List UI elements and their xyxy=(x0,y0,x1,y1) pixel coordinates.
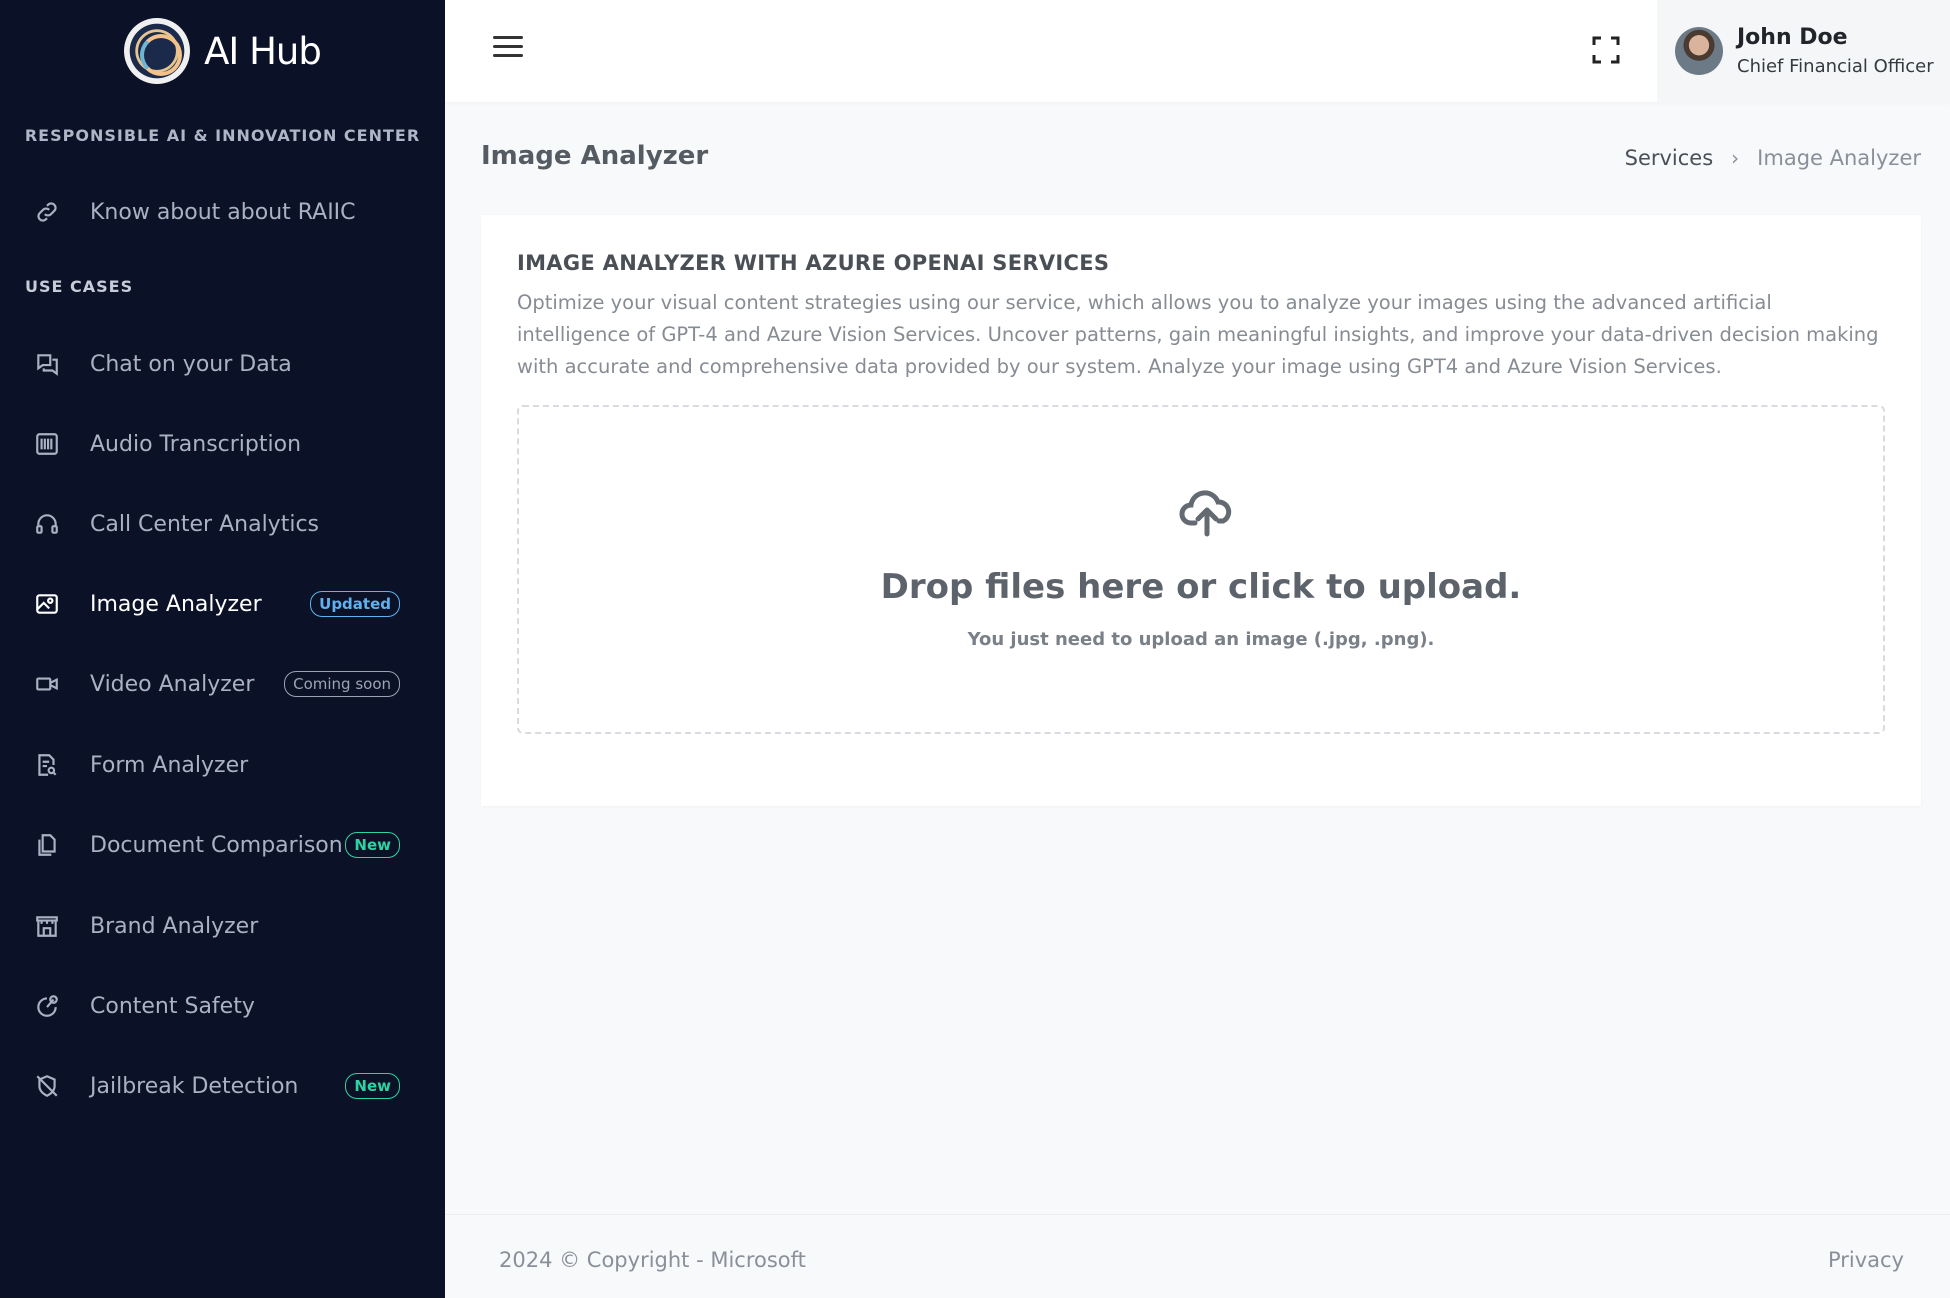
sidebar-item-label: Image Analyzer xyxy=(90,591,262,617)
sidebar-item-label: Document Comparison xyxy=(90,832,343,858)
sidebar-item-label: Audio Transcription xyxy=(90,431,302,457)
user-menu[interactable]: John Doe Chief Financial Officer xyxy=(1657,0,1950,102)
image-icon xyxy=(34,591,60,617)
sidebar-item-form-analyzer[interactable]: Form Analyzer xyxy=(0,734,445,796)
org-title: RESPONSIBLE AI & INNOVATION CENTER xyxy=(24,126,421,145)
image-analyzer-card: IMAGE ANALYZER WITH AZURE OPENAI SERVICE… xyxy=(481,215,1921,806)
chat-icon xyxy=(34,351,60,377)
section-label-use-cases: USE CASES xyxy=(25,277,134,296)
breadcrumb-services-link[interactable]: Services xyxy=(1625,146,1714,170)
sidebar-item-label: Brand Analyzer xyxy=(90,913,259,939)
sidebar-item-content-safety[interactable]: Content Safety xyxy=(0,975,445,1037)
brand[interactable]: AI Hub xyxy=(0,0,445,102)
storefront-icon xyxy=(34,913,60,939)
file-dropzone[interactable]: Drop files here or click to upload. You … xyxy=(517,405,1885,734)
user-name: John Doe xyxy=(1737,25,1848,50)
sidebar-item-label: Chat on your Data xyxy=(90,351,292,377)
avatar xyxy=(1675,27,1723,75)
menu-toggle-icon[interactable] xyxy=(493,36,523,62)
breadcrumb-current: Image Analyzer xyxy=(1757,146,1921,170)
sidebar-item-about[interactable]: Know about about RAIIC xyxy=(0,181,445,243)
sidebar-item-audio-transcription[interactable]: Audio Transcription xyxy=(0,413,445,475)
coming-soon-badge: Coming soon xyxy=(284,671,400,697)
sidebar-item-label: Know about about RAIIC xyxy=(90,199,356,225)
link-icon xyxy=(34,199,60,225)
breadcrumb: Services › Image Analyzer xyxy=(1625,146,1921,170)
form-search-icon xyxy=(34,752,60,778)
safety-icon xyxy=(34,993,60,1019)
topbar: John Doe Chief Financial Officer xyxy=(445,0,1950,102)
card-description: Optimize your visual content strategies … xyxy=(517,291,1879,378)
sidebar: AI Hub RESPONSIBLE AI & INNOVATION CENTE… xyxy=(0,0,445,1298)
copyright-text: 2024 © Copyright - Microsoft xyxy=(499,1248,806,1272)
shield-off-icon xyxy=(34,1073,60,1099)
video-camera-icon xyxy=(34,671,60,697)
new-badge: New xyxy=(345,832,400,858)
chevron-right-icon: › xyxy=(1731,146,1740,170)
fullscreen-icon[interactable] xyxy=(1591,35,1621,65)
user-role: Chief Financial Officer xyxy=(1737,56,1934,77)
cloud-upload-icon xyxy=(1179,490,1232,537)
sidebar-item-call-center-analytics[interactable]: Call Center Analytics xyxy=(0,493,445,555)
sidebar-item-document-comparison[interactable]: Document Comparison New xyxy=(0,814,445,876)
headset-icon xyxy=(34,511,60,537)
sidebar-item-chat-on-your-data[interactable]: Chat on your Data xyxy=(0,333,445,395)
dropzone-message: Drop files here or click to upload. xyxy=(880,567,1522,607)
sidebar-item-jailbreak-detection[interactable]: Jailbreak Detection New xyxy=(0,1055,445,1117)
sidebar-item-label: Video Analyzer xyxy=(90,671,255,697)
privacy-link[interactable]: Privacy xyxy=(1828,1248,1904,1272)
footer: 2024 © Copyright - Microsoft Privacy xyxy=(445,1214,1950,1298)
sidebar-item-label: Form Analyzer xyxy=(90,752,249,778)
sidebar-item-image-analyzer[interactable]: Image Analyzer Updated xyxy=(0,573,445,635)
updated-badge: Updated xyxy=(310,591,400,617)
sidebar-item-video-analyzer[interactable]: Video Analyzer Coming soon xyxy=(0,653,445,715)
card-title: IMAGE ANALYZER WITH AZURE OPENAI SERVICE… xyxy=(517,251,1110,275)
new-badge: New xyxy=(345,1073,400,1099)
sidebar-item-label: Jailbreak Detection xyxy=(90,1073,299,1099)
waveform-icon xyxy=(34,431,60,457)
sidebar-item-label: Call Center Analytics xyxy=(90,511,320,537)
documents-icon xyxy=(34,832,60,858)
dropzone-hint: You just need to upload an image (.jpg, … xyxy=(967,629,1435,650)
sidebar-item-brand-analyzer[interactable]: Brand Analyzer xyxy=(0,895,445,957)
page-title: Image Analyzer xyxy=(481,141,709,171)
brand-name: AI Hub xyxy=(204,29,322,73)
ai-hub-logo-icon xyxy=(124,18,191,84)
sidebar-item-label: Content Safety xyxy=(90,993,255,1019)
